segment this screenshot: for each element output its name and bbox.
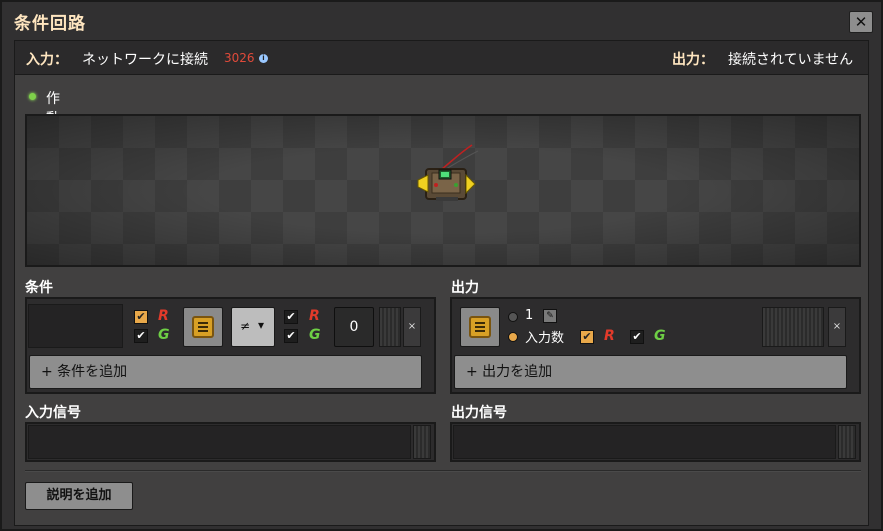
chip-icon [192,316,214,338]
edit-pencil-icon[interactable]: ✎ [543,309,557,323]
close-button[interactable]: ✕ [849,11,873,33]
second-red-wire-icon: R [309,308,320,324]
output-one-radio[interactable] [508,312,518,322]
output-one-label: 1 [525,308,534,323]
window-content: 入力： ネットワークに接続 3026 i 出力： 接続されていません 作動中 [14,40,869,526]
output-green-wire-icon: G [654,328,666,344]
condition-input-slot[interactable] [28,304,123,348]
input-signals-label: 入力信号 [25,405,81,421]
chip-icon [469,316,491,338]
conditions-label: 条件 [25,280,53,296]
scrollbar[interactable] [413,425,431,459]
window-title: 条件回路 [14,14,86,34]
output-signals-panel [450,422,861,462]
output-input-count-label: 入力数 [525,331,565,346]
green-wire-checkbox[interactable]: ✔ [134,329,148,343]
output-input-count-radio[interactable] [508,332,518,342]
comparator-select[interactable]: ≠ ▾ [231,307,275,347]
input-signals-slot [28,425,411,459]
drag-handle[interactable] [762,307,824,347]
info-icon[interactable]: i [259,54,268,63]
connection-status-bar: 入力： ネットワークに接続 3026 i 出力： 接続されていません [15,41,868,75]
entity-preview [25,114,861,267]
decider-combinator-window: 条件回路 ✕ 入力： ネットワークに接続 3026 i 出力： 接続されていませ… [0,0,883,531]
green-wire-icon: G [158,327,170,343]
second-green-wire-checkbox[interactable]: ✔ [284,329,298,343]
divider [25,470,861,472]
second-red-wire-checkbox[interactable]: ✔ [284,310,298,324]
red-wire-checkbox[interactable]: ✔ [134,310,148,324]
output-red-wire-checkbox[interactable]: ✔ [580,330,594,344]
drag-handle[interactable] [379,307,401,347]
input-label: 入力： [26,52,68,68]
remove-condition-button[interactable]: × [403,307,421,347]
titlebar[interactable]: 条件回路 ✕ [2,2,881,40]
second-green-wire-icon: G [309,327,321,343]
output-signals-label: 出力信号 [451,405,507,421]
output-label: 出力： [672,52,714,68]
network-id: 3026 [224,51,255,65]
output-signals-slot [453,425,836,459]
outputs-panel: 1 ✎ 入力数 ✔ R ✔ G × + 出力を追加 [450,297,861,394]
add-output-button[interactable]: + 出力を追加 [454,355,847,389]
comparator-value: ≠ [240,319,251,333]
outputs-label: 出力 [451,280,479,296]
chevron-down-icon: ▾ [258,318,265,332]
output-signal-button[interactable] [460,307,500,347]
remove-output-button[interactable]: × [828,307,846,347]
add-description-button[interactable]: 説明を追加 [25,482,133,510]
output-green-wire-checkbox[interactable]: ✔ [630,330,644,344]
scrollbar[interactable] [838,425,856,459]
first-signal-button[interactable] [183,307,223,347]
status-dot-icon [29,93,36,100]
output-connection-text: 接続されていません [728,52,854,68]
add-condition-button[interactable]: + 条件を追加 [29,355,422,389]
conditions-panel: ✔ R ✔ G ≠ ▾ ✔ R ✔ G 0 × + 条件を追加 [25,297,436,394]
output-red-wire-icon: R [604,328,615,344]
decider-combinator-icon [417,144,479,201]
input-connection-text: ネットワークに接続 [82,52,208,68]
constant-input[interactable]: 0 [334,307,374,347]
red-wire-icon: R [158,308,169,324]
input-signals-panel [25,422,436,462]
